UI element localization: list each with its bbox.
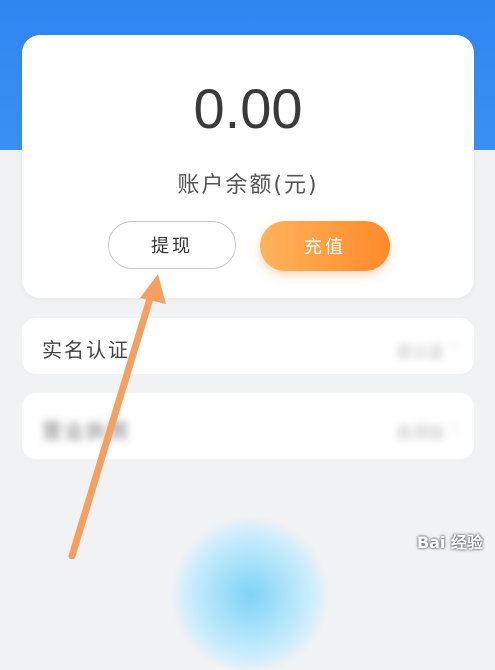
- list-item-label: 实名认证: [42, 338, 130, 362]
- watermark: Bai 经验: [416, 533, 483, 552]
- bottom-decoration: [175, 520, 325, 670]
- list-item-status: 去添加: [395, 423, 444, 442]
- list-item-real-name-verification[interactable]: 实名认证 去认证 ›: [22, 318, 474, 374]
- balance-card: 0.00 账户余额(元) 提现 充值: [22, 35, 474, 298]
- chevron-right-icon: ›: [451, 417, 458, 436]
- balance-label: 账户余额(元): [177, 173, 319, 198]
- balance-amount: 0.00: [193, 77, 303, 140]
- withdraw-button[interactable]: 提现: [108, 221, 236, 269]
- recharge-button[interactable]: 充值: [260, 221, 390, 271]
- list-item-business-license[interactable]: 营业执照 去添加 ›: [22, 393, 474, 459]
- list-item-status: 去认证: [395, 342, 444, 361]
- list-item-label: 营业执照: [42, 419, 130, 443]
- chevron-right-icon: ›: [451, 336, 458, 355]
